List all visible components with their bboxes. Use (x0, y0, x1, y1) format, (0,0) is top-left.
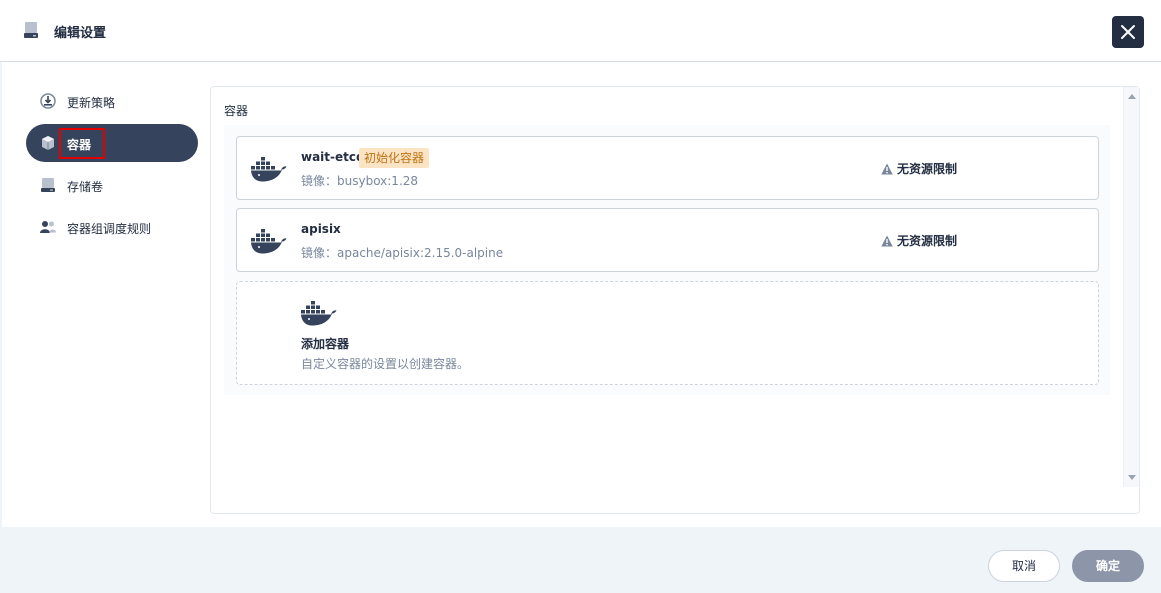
scheduling-icon (40, 221, 56, 233)
nav-label: 更新策略 (67, 96, 116, 110)
scroll-down-arrow-icon[interactable] (1128, 475, 1136, 480)
warning-icon (881, 163, 893, 175)
add-container-description: 自定义容器的设置以创建容器。 (301, 357, 470, 371)
dialog-title: 编辑设置 (54, 26, 107, 41)
storage-icon (24, 22, 38, 38)
container-name: apisix (301, 222, 341, 236)
warning-icon (881, 235, 893, 247)
container-card-apisix[interactable]: apisix 镜像：apache/apisix:2.15.0-alpine 无资… (236, 208, 1099, 272)
update-strategy-icon (40, 93, 56, 109)
volume-icon (41, 178, 55, 192)
init-container-badge: 初始化容器 (359, 148, 430, 168)
docker-icon (251, 157, 287, 182)
dialog-header: 编辑设置 (0, 0, 1161, 62)
docker-icon (251, 229, 287, 254)
scrollbar[interactable] (1123, 87, 1139, 487)
dialog-body: 更新策略 容器 存储卷 容器组调度规则 容器 wait-etcd 初始化容器 镜… (0, 62, 1161, 527)
add-container-button[interactable]: 添加容器 自定义容器的设置以创建容器。 (236, 281, 1099, 385)
container-icon (42, 136, 54, 150)
nav-item-volumes[interactable]: 存储卷 (26, 166, 198, 204)
resource-limit-text: 无资源限制 (897, 234, 958, 248)
containers-panel: 容器 wait-etcd 初始化容器 镜像：busybox:1.28 无资源限制… (210, 86, 1140, 514)
highlight-box (59, 128, 105, 159)
dialog-footer: 取消 确定 (0, 538, 1161, 593)
container-name: wait-etcd (301, 150, 365, 164)
resource-limit-text: 无资源限制 (897, 162, 958, 176)
nav-item-containers[interactable]: 容器 (26, 124, 198, 162)
ok-button[interactable]: 确定 (1072, 550, 1144, 582)
container-image: 镜像：apache/apisix:2.15.0-alpine (301, 246, 504, 260)
resource-limit: 无资源限制 (881, 160, 957, 177)
close-button[interactable] (1112, 16, 1144, 48)
container-image: 镜像：busybox:1.28 (301, 174, 419, 188)
resource-limit: 无资源限制 (881, 232, 957, 249)
settings-nav: 更新策略 容器 存储卷 容器组调度规则 (26, 82, 198, 250)
add-container-title: 添加容器 (301, 337, 350, 351)
nav-item-update-strategy[interactable]: 更新策略 (26, 82, 198, 120)
panel-title: 容器 (224, 104, 249, 118)
nav-label: 存储卷 (67, 180, 104, 194)
edit-settings-dialog: 编辑设置 更新策略 容器 存储卷 容器组调度规则 容器 wait-etcd 初始… (0, 0, 1161, 593)
cancel-button[interactable]: 取消 (988, 550, 1060, 582)
nav-item-scheduling[interactable]: 容器组调度规则 (26, 208, 198, 246)
container-list: wait-etcd 初始化容器 镜像：busybox:1.28 无资源限制 ap… (224, 125, 1110, 395)
docker-icon (301, 301, 337, 326)
close-icon (1121, 25, 1135, 39)
container-card-wait-etcd[interactable]: wait-etcd 初始化容器 镜像：busybox:1.28 无资源限制 (236, 136, 1099, 200)
scroll-up-arrow-icon[interactable] (1128, 94, 1136, 99)
nav-label: 容器组调度规则 (67, 222, 152, 236)
